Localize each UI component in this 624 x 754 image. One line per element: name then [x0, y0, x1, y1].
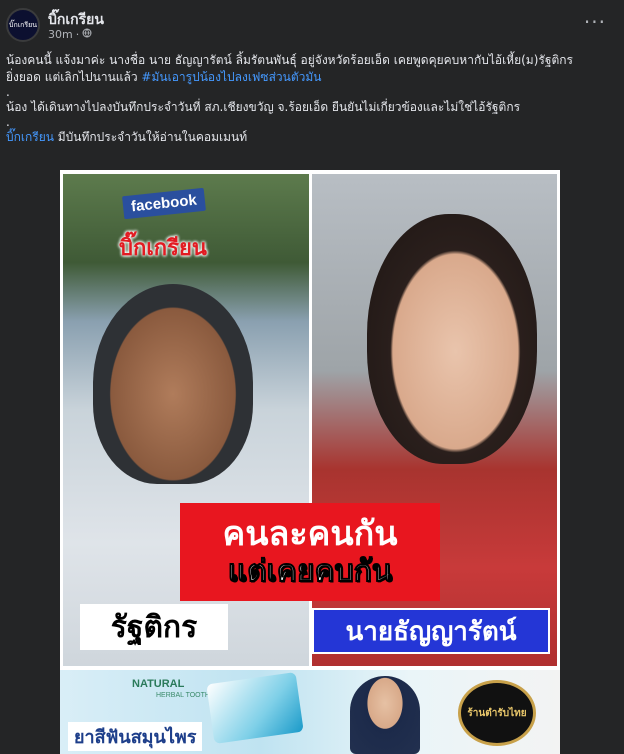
avatar-text: บิ๊กเกรียน	[9, 20, 37, 29]
more-options-button[interactable]: ···	[584, 10, 606, 34]
brand-watermark: บิ๊กเกรียน	[119, 236, 207, 261]
ad-banner: NATURAL HERBAL TOOTHPASTE ยาสีฟันสมุนไพร…	[60, 670, 560, 754]
post-meta: 30m ·	[48, 28, 92, 41]
post-separator-2: .	[6, 115, 10, 129]
page-avatar[interactable]: บิ๊กเกรียน	[6, 8, 40, 42]
hashtag-link[interactable]: #มันเอารูปน้องไปลงเฟซส่วนตัวมัน	[141, 70, 321, 84]
woman-portrait	[367, 214, 537, 464]
post-image[interactable]: facebook บิ๊กเกรียน คนละคนกัน แต่เคยคบกั…	[60, 170, 560, 754]
caption-line-2: แต่เคยคบกัน	[227, 555, 393, 589]
post-line-1: น้องคนนี้ แจ้งมาค่ะ นางชื่อ นาย ธัญญารัต…	[6, 53, 573, 67]
post-line-4: บิ๊กเกรียน มีบันทึกประจำวันให้อ่านในคอมเ…	[6, 129, 618, 146]
facebook-tag: facebook	[122, 187, 206, 220]
post-separator-1: .	[6, 85, 10, 99]
post-line-2-text: ยิ่งยอด แต่เลิกไปนานแล้ว	[6, 70, 142, 84]
ad-brand-natural: NATURAL	[132, 678, 185, 690]
ad-logo-text: ร้านตำรับไทย	[467, 707, 527, 719]
post-line-2: ยิ่งยอด แต่เลิกไปนานแล้ว #มันเอารูปน้องไ…	[6, 69, 618, 86]
caption-line-1: คนละคนกัน	[222, 515, 398, 553]
ad-title: ยาสีฟันสมุนไพร	[68, 722, 203, 751]
post-line-4-text: มีบันทึกประจำวันให้อ่านในคอมเมนท์	[53, 130, 248, 144]
globe-icon	[82, 28, 92, 41]
toothpaste-tube-image	[206, 672, 304, 744]
post-time[interactable]: 30m	[48, 28, 73, 41]
meta-separator: ·	[75, 28, 80, 41]
post-header: บิ๊กเกรียน บิ๊กเกรียน 30m · ···	[0, 0, 624, 46]
post-line-3: น้อง ได้เดินทางไปลงบันทึกประจำวันที่ สภ.…	[6, 100, 521, 114]
ad-shop-logo: ร้านตำรับไทย	[458, 680, 536, 746]
name-label-right: นายธัญญารัตน์	[312, 608, 550, 654]
man-portrait	[93, 284, 253, 484]
page-mention-link[interactable]: บิ๊กเกรียน	[6, 130, 54, 144]
caption-box: คนละคนกัน แต่เคยคบกัน	[180, 503, 440, 601]
post-text: น้องคนนี้ แจ้งมาค่ะ นางชื่อ นาย ธัญญารัต…	[6, 52, 618, 146]
name-label-left: รัฐติกร	[80, 604, 228, 650]
ad-presenter-image	[350, 676, 420, 754]
